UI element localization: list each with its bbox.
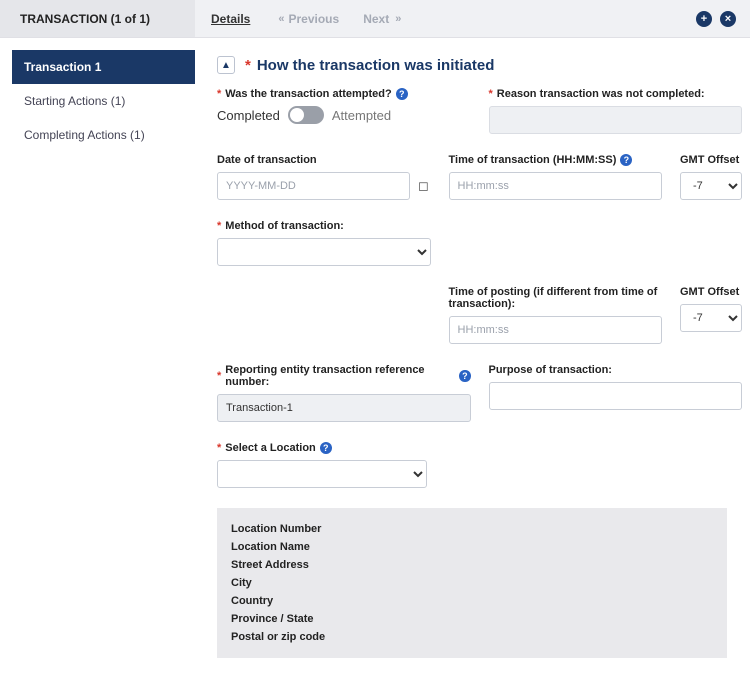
header-bar: TRANSACTION (1 of 1) Details « Previous … (0, 0, 750, 38)
province-label: Province / State (231, 610, 713, 628)
postal-label: Postal or zip code (231, 628, 713, 646)
time-label: Time of transaction (HH:MM:SS) ? (449, 154, 663, 166)
required-marker: * (245, 57, 251, 74)
chevron-right-icon: » (395, 13, 399, 25)
nav-previous[interactable]: « Previous (266, 0, 351, 37)
location-label: * Select a Location ? (217, 442, 742, 454)
header-actions: + × (696, 11, 750, 27)
method-select[interactable] (217, 238, 431, 266)
gmt-label: GMT Offset (680, 154, 742, 166)
location-name-label: Location Name (231, 538, 713, 556)
street-address-label: Street Address (231, 556, 713, 574)
attempted-label: * Was the transaction attempted? ? (217, 88, 471, 100)
gmt-select[interactable]: -7 (680, 172, 742, 200)
posting-time-input[interactable] (449, 316, 663, 344)
toggle-completed-label: Completed (217, 108, 280, 123)
toggle-attempted-label: Attempted (332, 108, 391, 123)
sidebar: Transaction 1 Starting Actions (1) Compl… (0, 38, 195, 678)
nav-next[interactable]: Next » (351, 0, 411, 37)
gmt2-label: GMT Offset (680, 286, 742, 298)
help-icon[interactable]: ? (620, 154, 632, 166)
add-button[interactable]: + (696, 11, 712, 27)
nav-next-label: Next (363, 12, 389, 26)
section-header: ▲ * How the transaction was initiated (217, 50, 742, 88)
main-panel: ▲ * How the transaction was initiated * … (195, 38, 750, 678)
reason-field (489, 106, 743, 134)
location-number-label: Location Number (231, 520, 713, 538)
nav-previous-label: Previous (288, 12, 339, 26)
help-icon[interactable]: ? (459, 370, 470, 382)
section-title: How the transaction was initiated (257, 57, 495, 74)
date-input[interactable] (217, 172, 410, 200)
attempted-toggle-group: Completed Attempted (217, 106, 471, 124)
sidebar-item-starting-actions[interactable]: Starting Actions (1) (12, 84, 195, 118)
time-input[interactable] (449, 172, 663, 200)
collapse-toggle[interactable]: ▲ (217, 56, 235, 74)
purpose-input[interactable] (489, 382, 743, 410)
location-select[interactable] (217, 460, 427, 488)
date-label: Date of transaction (217, 154, 431, 166)
chevron-left-icon: « (278, 13, 282, 25)
attempted-toggle[interactable] (288, 106, 324, 124)
gmt2-select[interactable]: -7 (680, 304, 742, 332)
chevron-up-icon: ▲ (221, 60, 231, 71)
method-label: * Method of transaction: (217, 220, 431, 232)
purpose-label: Purpose of transaction: (489, 364, 743, 376)
country-label: Country (231, 592, 713, 610)
sidebar-item-transaction[interactable]: Transaction 1 (12, 50, 195, 84)
calendar-icon[interactable]: ◻ (416, 178, 430, 194)
close-button[interactable]: × (720, 11, 736, 27)
tab-details[interactable]: Details (195, 0, 266, 37)
sidebar-item-completing-actions[interactable]: Completing Actions (1) (12, 118, 195, 152)
ref-input[interactable] (217, 394, 471, 422)
location-details-box: Location Number Location Name Street Add… (217, 508, 727, 658)
city-label: City (231, 574, 713, 592)
posting-label: Time of posting (if different from time … (449, 286, 663, 310)
header-title: TRANSACTION (1 of 1) (0, 0, 195, 37)
help-icon[interactable]: ? (320, 442, 332, 454)
reason-label: * Reason transaction was not completed: (489, 88, 743, 100)
help-icon[interactable]: ? (396, 88, 408, 100)
ref-label: * Reporting entity transaction reference… (217, 364, 471, 388)
